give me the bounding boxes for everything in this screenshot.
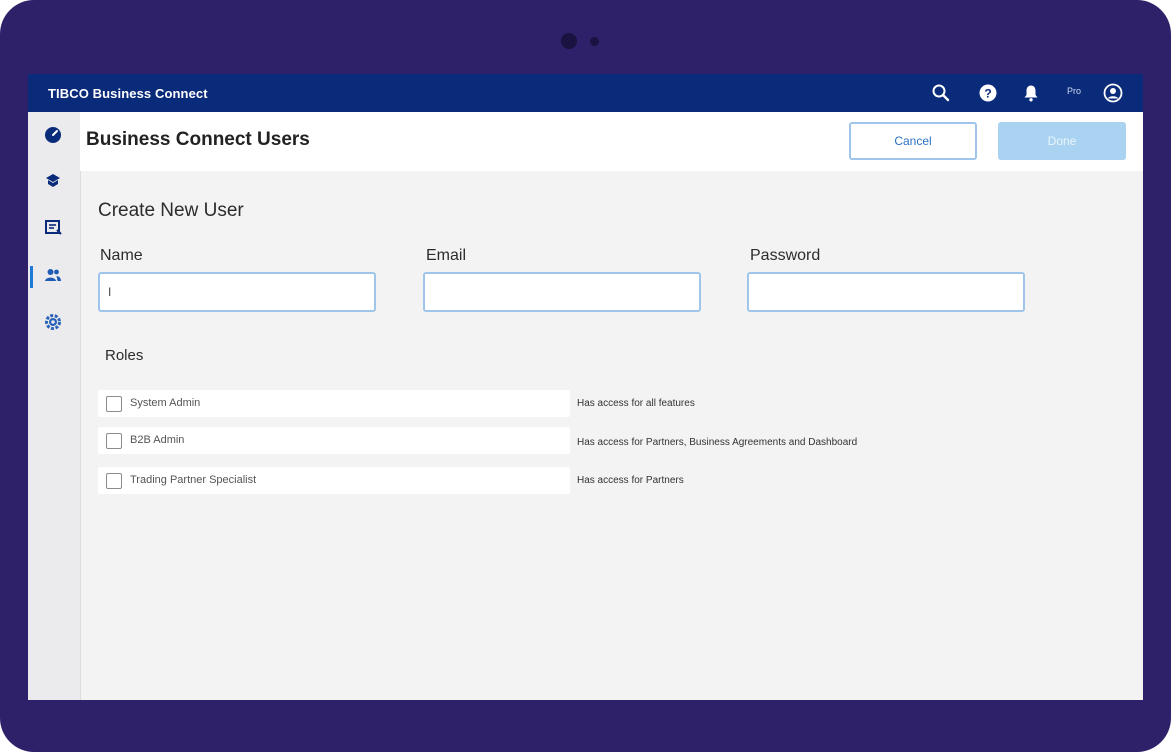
top-navigation-bar: TIBCO Business Connect ? Pro: [28, 74, 1143, 112]
email-input[interactable]: [423, 272, 701, 312]
email-label: Email: [426, 247, 467, 264]
sidebar-item-users[interactable]: [42, 266, 64, 288]
form-title: Create New User: [98, 200, 244, 221]
sidebar-item-dashboard[interactable]: [42, 126, 64, 148]
settings-icon: [44, 313, 62, 336]
sidebar-active-indicator: [30, 266, 33, 288]
password-input[interactable]: [747, 272, 1025, 312]
create-user-form: Create New User Name Email Password Role…: [90, 174, 1143, 700]
page-title: Business Connect Users: [86, 129, 310, 150]
cancel-button[interactable]: Cancel: [849, 122, 977, 160]
name-label: Name: [100, 247, 143, 264]
sidebar-nav: [28, 112, 81, 700]
role-checkbox[interactable]: [106, 433, 122, 449]
search-icon[interactable]: [931, 83, 951, 103]
camera-lens: [561, 33, 577, 49]
role-row-system-admin[interactable]: System Admin: [98, 390, 570, 417]
sidebar-item-agreements[interactable]: [42, 218, 64, 240]
role-name: B2B Admin: [130, 434, 185, 446]
roles-label: Roles: [105, 347, 144, 364]
help-icon[interactable]: ?: [978, 83, 998, 103]
role-name: System Admin: [130, 397, 201, 409]
svg-text:?: ?: [984, 87, 991, 101]
role-checkbox[interactable]: [106, 396, 122, 412]
agreements-icon: [44, 218, 62, 241]
role-name: Trading Partner Specialist: [130, 474, 257, 486]
app-title: TIBCO Business Connect: [48, 86, 208, 101]
done-button[interactable]: Done: [998, 122, 1126, 160]
users-icon: [44, 266, 62, 289]
name-input[interactable]: [98, 272, 376, 312]
camera-sensor: [590, 37, 599, 46]
role-checkbox[interactable]: [106, 473, 122, 489]
user-initials[interactable]: Pro: [1067, 86, 1081, 96]
notification-bell-icon[interactable]: [1021, 83, 1041, 103]
sidebar-item-settings[interactable]: [42, 313, 64, 335]
tablet-frame: TIBCO Business Connect ? Pro Business Co…: [0, 0, 1171, 752]
app-screen: TIBCO Business Connect ? Pro Business Co…: [28, 74, 1143, 700]
role-row-trading-partner-specialist[interactable]: Trading Partner Specialist: [98, 467, 570, 494]
dashboard-icon: [44, 126, 62, 149]
role-description: Has access for all features: [577, 398, 695, 409]
password-label: Password: [750, 247, 821, 264]
role-description: Has access for Partners, Business Agreem…: [577, 437, 858, 448]
user-avatar-icon[interactable]: [1103, 83, 1123, 103]
page-header: Business Connect Users Cancel Done: [80, 112, 1143, 171]
partners-icon: [44, 171, 62, 194]
role-row-b2b-admin[interactable]: B2B Admin: [98, 427, 570, 454]
role-description: Has access for Partners: [577, 475, 684, 486]
sidebar-item-partners[interactable]: [42, 171, 64, 193]
